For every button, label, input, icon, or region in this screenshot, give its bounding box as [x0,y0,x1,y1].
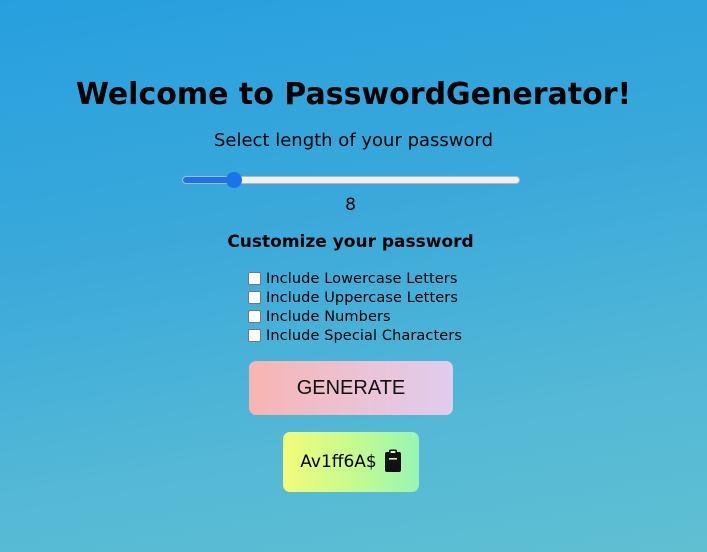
option-special[interactable]: Include Special Characters [247,326,462,345]
generated-password: Av1ff6A$ [300,452,377,472]
clipboard-icon[interactable] [384,449,402,473]
length-prompt: Select length of your password [213,130,494,151]
uppercase-label[interactable]: Include Uppercase Letters [266,290,458,306]
uppercase-checkbox[interactable] [248,291,261,304]
password-generator-page: Welcome to PasswordGenerator! Select len… [0,0,707,552]
lowercase-checkbox[interactable] [248,272,261,285]
option-lowercase[interactable]: Include Lowercase Letters [247,269,462,288]
generate-button[interactable]: GENERATE [249,361,453,415]
length-value: 8 [345,195,356,215]
lowercase-label[interactable]: Include Lowercase Letters [266,271,458,287]
numbers-checkbox[interactable] [248,310,261,323]
length-slider[interactable] [182,170,520,190]
slider-thumb[interactable] [226,172,242,188]
customize-heading: Customize your password [227,232,474,252]
option-uppercase[interactable]: Include Uppercase Letters [247,288,462,307]
page-title: Welcome to PasswordGenerator! [75,77,632,112]
special-label[interactable]: Include Special Characters [266,328,462,344]
special-checkbox[interactable] [248,329,261,342]
option-numbers[interactable]: Include Numbers [247,307,462,326]
numbers-label[interactable]: Include Numbers [266,309,391,325]
options-list: Include Lowercase Letters Include Upperc… [247,269,462,345]
password-result[interactable]: Av1ff6A$ [283,432,419,492]
